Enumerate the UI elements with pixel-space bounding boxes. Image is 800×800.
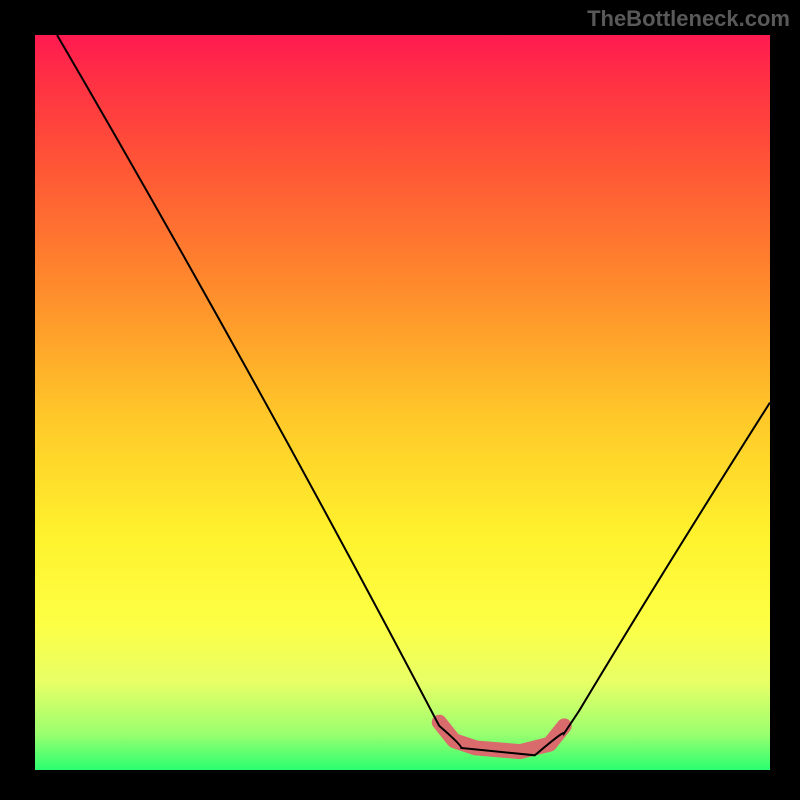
bottleneck-curve (57, 35, 770, 755)
watermark-text: TheBottleneck.com (587, 6, 790, 32)
curve-svg (35, 35, 770, 770)
plot-area (35, 35, 770, 770)
